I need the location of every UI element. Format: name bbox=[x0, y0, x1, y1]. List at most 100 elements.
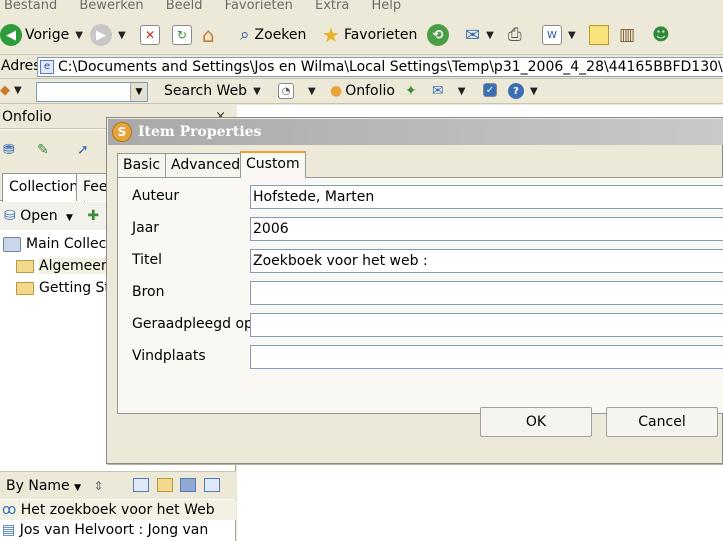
view-preview-icon[interactable] bbox=[157, 478, 173, 492]
sort-bar: By Name ▼ ⇕ bbox=[0, 471, 236, 499]
rss-button[interactable]: ◔ ▼ bbox=[278, 83, 316, 99]
onfolio-label: Onfolio bbox=[345, 83, 395, 99]
edit-button[interactable]: W ▼ bbox=[542, 21, 576, 49]
messenger-icon: ☻ bbox=[652, 25, 670, 45]
chevron-down-icon: ▼ bbox=[74, 483, 82, 493]
menu-beeld[interactable]: Beeld bbox=[162, 0, 203, 12]
menu-help[interactable]: Help bbox=[367, 0, 401, 12]
field-vindplaats: Vindplaats bbox=[132, 345, 723, 369]
menu-bewerken[interactable]: Bewerken bbox=[75, 0, 143, 12]
chevron-down-icon[interactable]: ▼ bbox=[308, 86, 316, 97]
onfolio-button[interactable]: ● Onfolio bbox=[330, 83, 395, 99]
chevron-down-icon[interactable]: ▼ bbox=[530, 86, 538, 97]
stop-button[interactable]: ✕ bbox=[140, 21, 160, 49]
favorites-button[interactable]: ★ Favorieten bbox=[322, 21, 417, 49]
search-label: Zoeken bbox=[254, 27, 307, 43]
folder-icon bbox=[16, 259, 34, 273]
word-icon: W bbox=[542, 25, 562, 45]
messenger-button[interactable]: ☻ bbox=[652, 21, 670, 49]
sort-order-icon[interactable]: ⇕ bbox=[93, 479, 103, 493]
menu-bestand[interactable]: Bestand bbox=[0, 0, 57, 12]
mail-button[interactable]: ✉ ▼ bbox=[465, 21, 494, 49]
open-label: Open bbox=[20, 208, 58, 224]
address-value: C:\Documents and Settings\Jos en Wilma\L… bbox=[58, 59, 723, 75]
back-label: Vorige bbox=[25, 27, 70, 43]
chevron-down-icon[interactable]: ▼ bbox=[75, 30, 83, 41]
view-details-icon[interactable] bbox=[180, 478, 196, 492]
tab-basic[interactable]: Basic bbox=[117, 153, 167, 177]
chevron-down-icon[interactable]: ▼ bbox=[568, 30, 576, 41]
research-icon: ▥ bbox=[619, 25, 636, 45]
list-item[interactable]: ▤ Jos van Helvoort : Jong van bbox=[0, 520, 236, 540]
tab-collection[interactable]: Collection bbox=[2, 173, 86, 202]
auteur-input[interactable]: Hofstede, Marten bbox=[250, 185, 723, 209]
folder-icon bbox=[16, 281, 34, 295]
onfolio-logo-icon: S bbox=[112, 122, 132, 142]
menu-extra[interactable]: Extra bbox=[311, 0, 349, 12]
menu-bar: Bestand Bewerken Beeld Favorieten Extra … bbox=[0, 0, 723, 14]
research-button[interactable]: ▥ bbox=[619, 21, 635, 49]
field-label: Titel bbox=[132, 252, 163, 268]
collection-tool-icon[interactable]: ⛃ bbox=[3, 142, 15, 158]
standard-toolbar: ◀ Vorige ▼ ▶ ▼ ✕ ↻ ⌂ ⌕ Zoeken ★ Favoriet… bbox=[0, 15, 723, 55]
address-bar: Adres e C:\Documents and Settings\Jos en… bbox=[0, 55, 723, 79]
search-web-label: Search Web bbox=[164, 83, 248, 99]
note-icon bbox=[589, 25, 609, 45]
search-web-button[interactable]: Search Web ▼ bbox=[164, 83, 261, 99]
item-list: ꝏ Het zoekboek voor het Web ▤ Jos van He… bbox=[0, 500, 236, 540]
chevron-down-icon[interactable]: ▼ bbox=[458, 86, 466, 97]
view-list-icon[interactable] bbox=[133, 478, 149, 492]
toolbar-options-button[interactable]: ◆ ▼ bbox=[0, 83, 22, 98]
field-bron: Bron bbox=[132, 281, 723, 305]
menu-favorieten[interactable]: Favorieten bbox=[221, 0, 293, 12]
sort-label: By Name bbox=[6, 478, 70, 494]
help-button[interactable]: ? ▼ bbox=[508, 83, 538, 99]
stop-icon: ✕ bbox=[140, 25, 160, 45]
dialog-titlebar[interactable]: S Item Properties bbox=[108, 119, 723, 145]
forward-arrow-icon: ▶ bbox=[90, 24, 112, 46]
bron-input[interactable] bbox=[250, 281, 723, 305]
list-item[interactable]: ꝏ Het zoekboek voor het Web bbox=[0, 500, 236, 520]
list-item-label: Het zoekboek voor het Web bbox=[20, 502, 215, 518]
tab-advanced[interactable]: Advanced bbox=[165, 153, 247, 177]
notes-button[interactable] bbox=[589, 21, 609, 49]
jaar-input[interactable]: 2006 bbox=[250, 217, 723, 241]
chevron-down-icon[interactable]: ▼ bbox=[253, 86, 261, 97]
search-button[interactable]: ⌕ Zoeken bbox=[240, 21, 306, 49]
geraadpleegd-op-input[interactable] bbox=[250, 313, 723, 337]
chevron-down-icon[interactable]: ▼ bbox=[130, 83, 147, 101]
rss-icon: ◔ bbox=[278, 83, 294, 99]
back-button[interactable]: ◀ Vorige ▼ bbox=[0, 21, 83, 49]
capture-tool-icon[interactable]: ✎ bbox=[37, 142, 49, 158]
chevron-down-icon[interactable]: ▼ bbox=[486, 30, 494, 41]
address-input[interactable]: e C:\Documents and Settings\Jos en Wilma… bbox=[37, 57, 723, 77]
capture-button[interactable]: ✦ bbox=[405, 83, 417, 99]
search-combo[interactable]: ▼ bbox=[36, 82, 148, 102]
capture-icon: ✦ bbox=[405, 83, 417, 99]
back-arrow-icon: ◀ bbox=[0, 24, 22, 46]
view-thumbnails-icon[interactable] bbox=[204, 478, 220, 492]
chevron-down-icon: ▼ bbox=[14, 85, 22, 96]
checkbox-button[interactable]: ✓ bbox=[483, 83, 497, 97]
sort-button[interactable]: By Name ▼ bbox=[6, 478, 85, 494]
chevron-down-icon[interactable]: ▼ bbox=[66, 213, 73, 223]
field-titel: Titel Zoekboek voor het web : bbox=[132, 249, 723, 273]
list-item-label: Jos van Helvoort : Jong van bbox=[19, 522, 209, 538]
ok-button[interactable]: OK bbox=[480, 407, 592, 437]
send-button[interactable]: ✉ ▼ bbox=[432, 83, 465, 99]
forward-button[interactable]: ▶ ▼ bbox=[90, 21, 126, 49]
collection-icon bbox=[3, 236, 21, 252]
vindplaats-input[interactable] bbox=[250, 345, 723, 369]
item-properties-dialog: S Item Properties Basic Advanced Custom … bbox=[106, 117, 723, 464]
print-button[interactable]: ⎙ bbox=[508, 21, 522, 49]
home-button[interactable]: ⌂ bbox=[202, 21, 215, 49]
tab-custom[interactable]: Custom bbox=[240, 151, 306, 178]
add-folder-icon[interactable]: ✚ bbox=[87, 208, 99, 224]
cancel-button[interactable]: Cancel bbox=[606, 407, 718, 437]
send-tool-icon[interactable]: ➚ bbox=[77, 142, 89, 158]
chevron-down-icon[interactable]: ▼ bbox=[118, 30, 126, 41]
titel-input[interactable]: Zoekboek voor het web : bbox=[250, 249, 723, 273]
history-button[interactable]: ⟲ bbox=[427, 21, 449, 49]
refresh-button[interactable]: ↻ bbox=[172, 21, 192, 49]
document-icon: ▤ bbox=[2, 522, 16, 538]
